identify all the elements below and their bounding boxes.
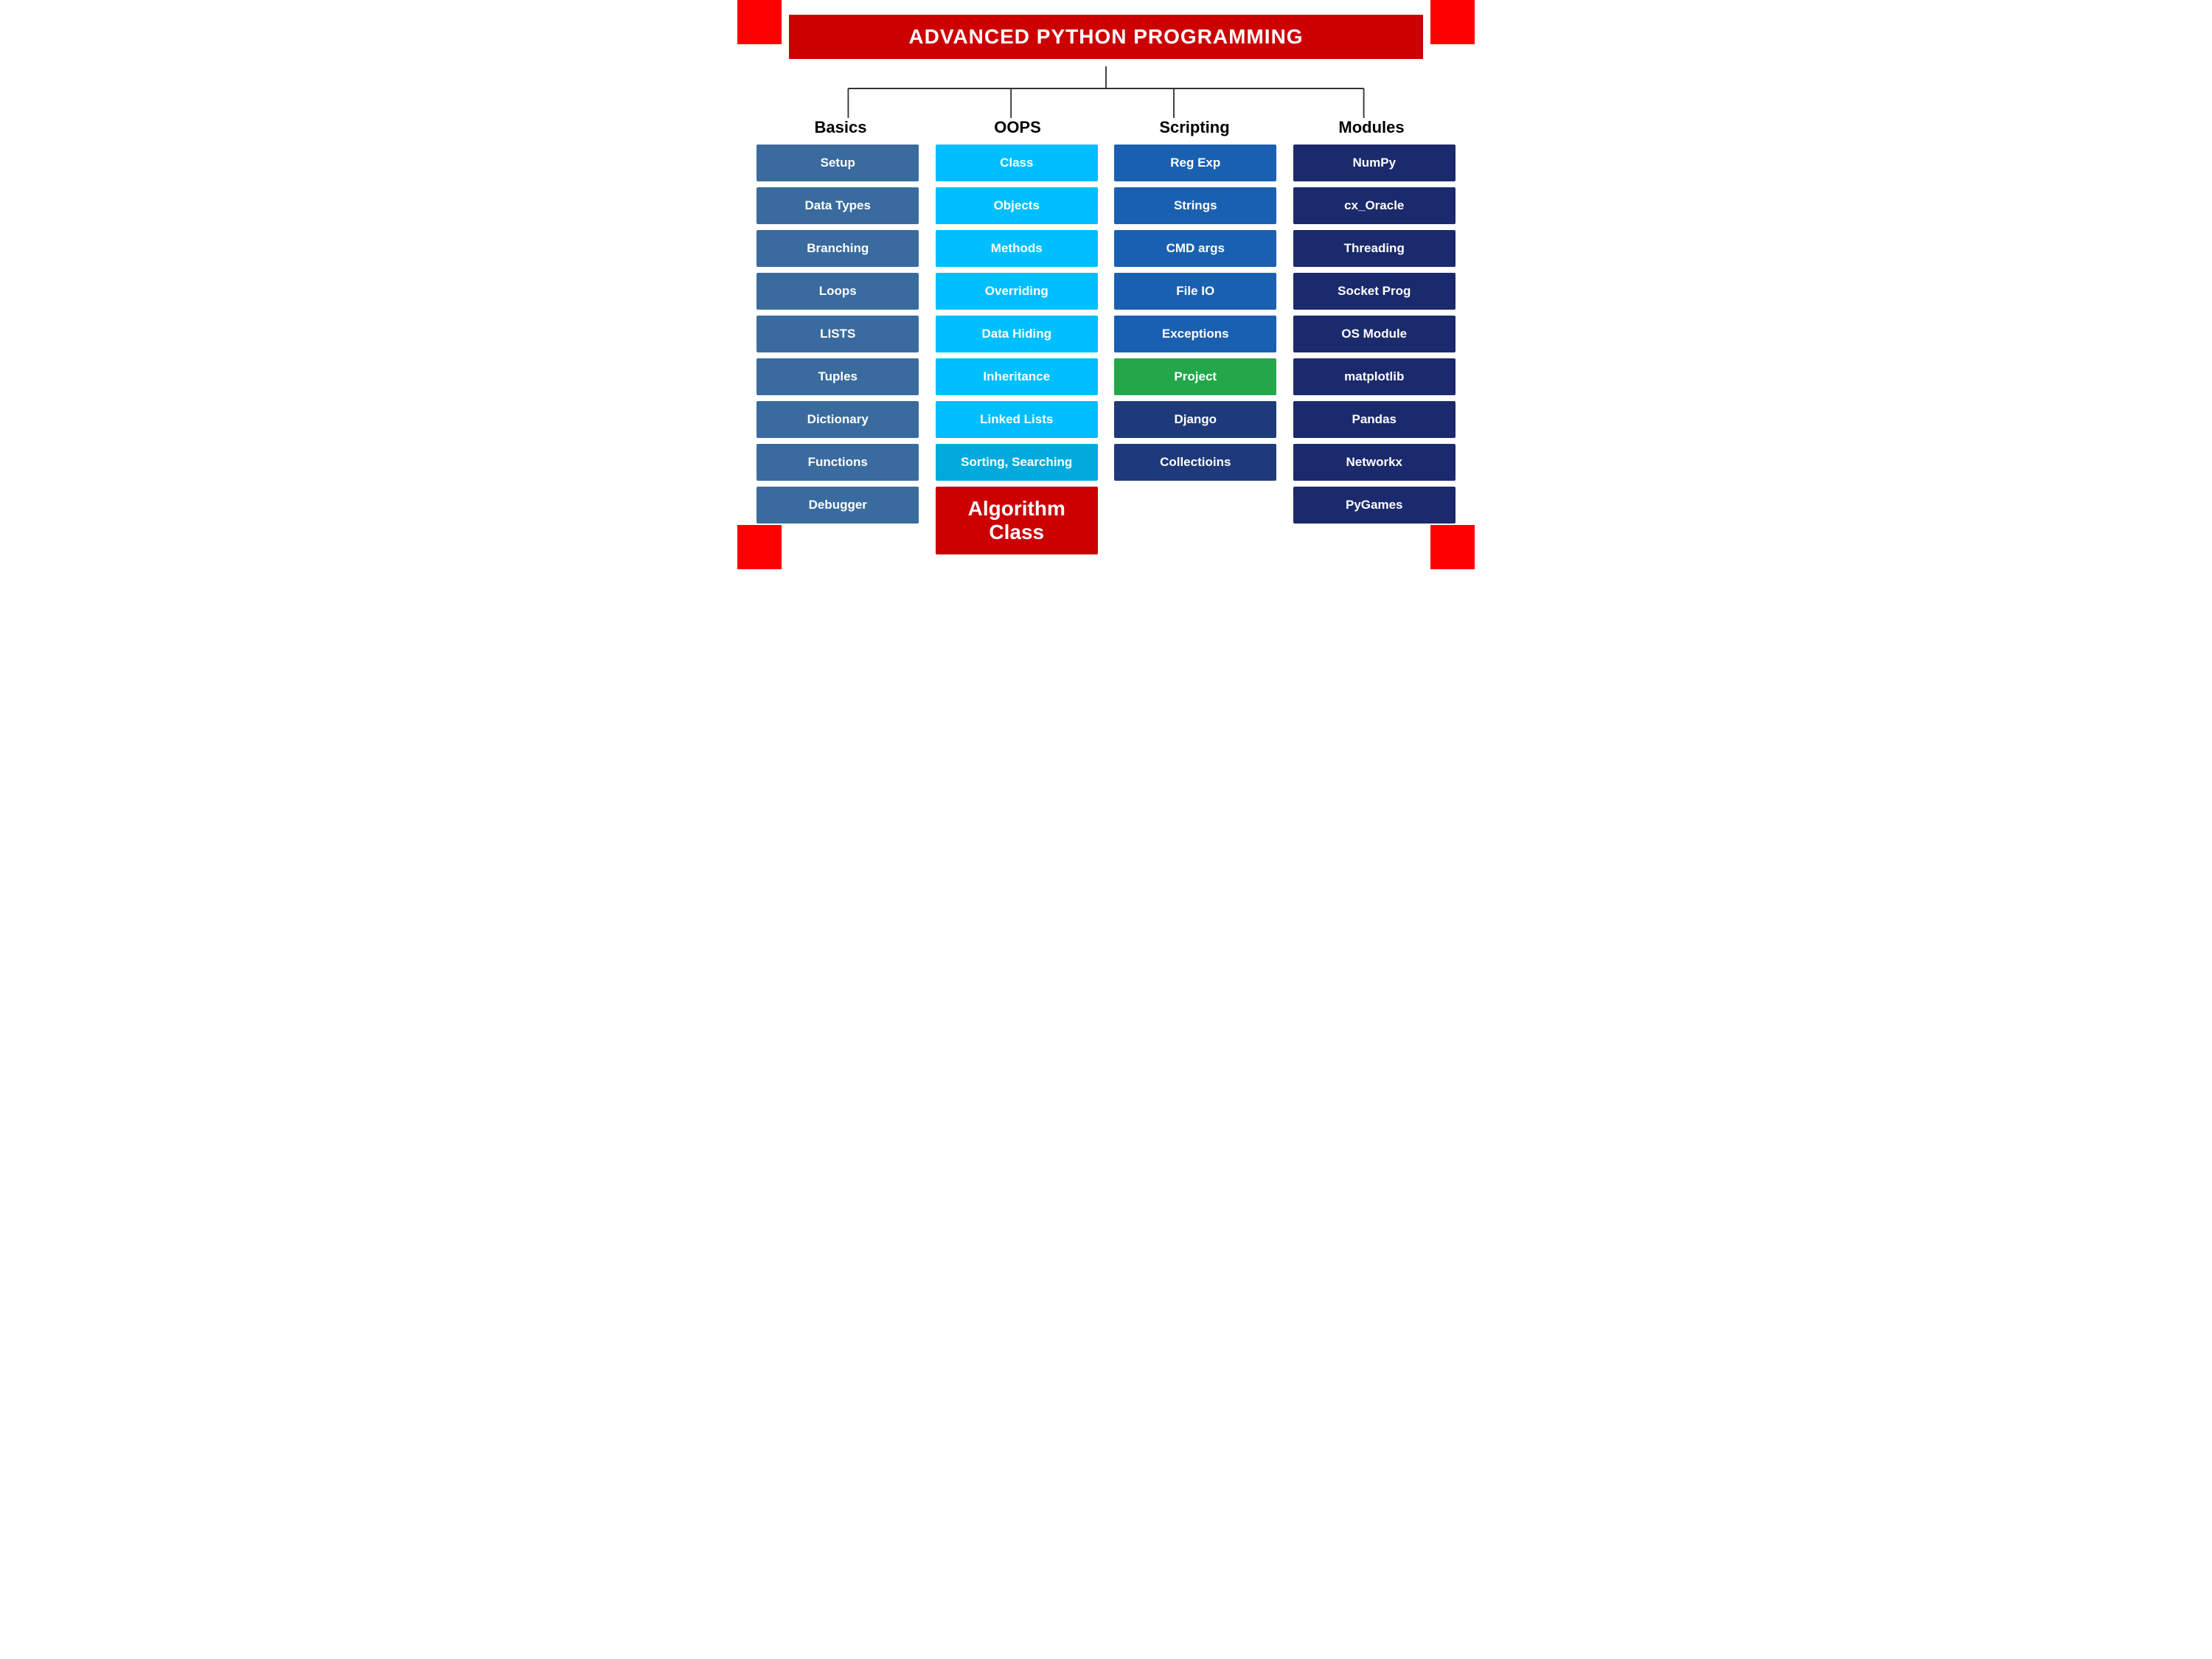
oops-datahiding[interactable]: Data Hiding [936,316,1098,352]
modules-pandas[interactable]: Pandas [1293,401,1455,438]
header-scripting: Scripting [1113,118,1276,137]
column-modules: NumPy cx_Oracle Threading Socket Prog OS… [1293,145,1455,524]
header-oops: OOPS [936,118,1099,137]
scripting-fileio[interactable]: File IO [1114,273,1276,310]
tree-svg [767,66,1445,118]
oops-class[interactable]: Class [936,145,1098,181]
modules-socketprog[interactable]: Socket Prog [1293,273,1455,310]
modules-matplotlib[interactable]: matplotlib [1293,358,1455,395]
page-wrapper: ADVANCED PYTHON PROGRAMMING Basics OOPS … [737,0,1475,569]
columns-container: Setup Data Types Branching Loops LISTS T… [752,145,1460,554]
modules-pygame[interactable]: PyGames [1293,487,1455,524]
scripting-exceptions[interactable]: Exceptions [1114,316,1276,352]
scripting-django[interactable]: Django [1114,401,1276,438]
corner-bottom-right [1430,525,1475,569]
column-oops: Class Objects Methods Overriding Data Hi… [936,145,1098,554]
corner-top-right [1430,0,1475,44]
modules-networkx[interactable]: Networkx [1293,444,1455,481]
column-scripting: Reg Exp Strings CMD args File IO Excepti… [1114,145,1276,481]
basics-setup[interactable]: Setup [757,145,919,181]
scripting-strings[interactable]: Strings [1114,187,1276,224]
modules-threading[interactable]: Threading [1293,230,1455,267]
header-modules: Modules [1290,118,1453,137]
basics-dictionary[interactable]: Dictionary [757,401,919,438]
page-title: ADVANCED PYTHON PROGRAMMING [789,15,1423,59]
header-basics: Basics [759,118,922,137]
scripting-regexp[interactable]: Reg Exp [1114,145,1276,181]
modules-cxoracle[interactable]: cx_Oracle [1293,187,1455,224]
basics-lists[interactable]: LISTS [757,316,919,352]
oops-sorting[interactable]: Sorting, Searching [936,444,1098,481]
corner-bottom-left [737,525,782,569]
scripting-project[interactable]: Project [1114,358,1276,395]
tree-lines [767,66,1445,118]
basics-tuples[interactable]: Tuples [757,358,919,395]
basics-debugger[interactable]: Debugger [757,487,919,524]
scripting-cmdargs[interactable]: CMD args [1114,230,1276,267]
basics-functions[interactable]: Functions [757,444,919,481]
modules-osmodule[interactable]: OS Module [1293,316,1455,352]
algo-banner: Algorithm Class [936,487,1098,554]
oops-objects[interactable]: Objects [936,187,1098,224]
oops-linkedlists[interactable]: Linked Lists [936,401,1098,438]
oops-inheritance[interactable]: Inheritance [936,358,1098,395]
oops-overriding[interactable]: Overriding [936,273,1098,310]
basics-datatypes[interactable]: Data Types [757,187,919,224]
column-basics: Setup Data Types Branching Loops LISTS T… [757,145,919,524]
modules-numpy[interactable]: NumPy [1293,145,1455,181]
basics-loops[interactable]: Loops [757,273,919,310]
corner-top-left [737,0,782,44]
basics-branching[interactable]: Branching [757,230,919,267]
scripting-collections[interactable]: Collectioins [1114,444,1276,481]
headers-row: Basics OOPS Scripting Modules [752,118,1460,137]
oops-methods[interactable]: Methods [936,230,1098,267]
